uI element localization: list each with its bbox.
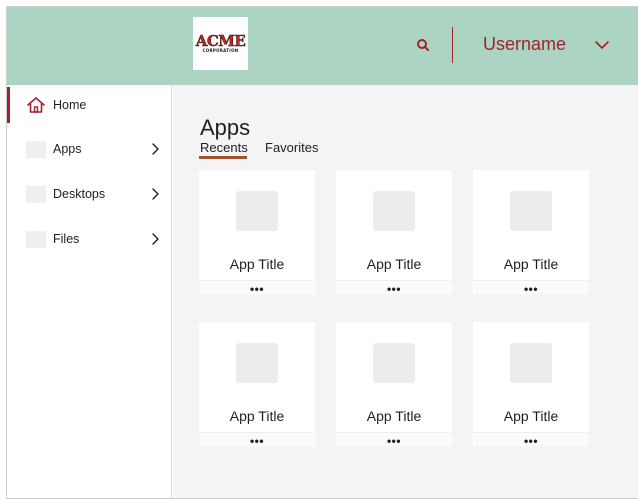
page-title: Apps <box>200 115 251 140</box>
chevron-right-icon <box>152 188 159 200</box>
app-title: App Title <box>366 408 422 424</box>
placeholder-icon <box>26 185 46 203</box>
tab-recents[interactable]: Recents <box>200 140 248 155</box>
active-tab-indicator <box>199 156 247 159</box>
more-options-button[interactable]: ••• <box>199 280 315 296</box>
app-title: App Title <box>229 408 285 424</box>
sidebar-item-files[interactable]: Files <box>7 221 171 257</box>
sidebar-item-label: Files <box>53 232 80 246</box>
more-icon: ••• <box>249 282 265 296</box>
sidebar: Home Apps Desktops Files <box>7 85 172 498</box>
chevron-down-icon <box>595 41 609 49</box>
more-icon: ••• <box>249 434 265 448</box>
sidebar-item-label: Home <box>53 98 87 112</box>
sidebar-item-apps[interactable]: Apps <box>7 131 171 167</box>
more-options-button[interactable]: ••• <box>473 280 589 296</box>
app-title: App Title <box>229 256 285 272</box>
more-options-button[interactable]: ••• <box>336 432 452 448</box>
app-card[interactable]: App Title ••• <box>336 170 452 296</box>
more-icon: ••• <box>523 434 539 448</box>
sidebar-item-home[interactable]: Home <box>7 87 171 123</box>
username-label[interactable]: Username <box>483 34 566 55</box>
header-divider <box>452 27 453 63</box>
search-button[interactable] <box>413 35 433 55</box>
app-thumbnail <box>510 343 552 383</box>
app-thumbnail <box>510 191 552 231</box>
top-bar: ACME CORPORATION Username <box>7 7 638 85</box>
app-thumbnail <box>236 191 278 231</box>
app-card[interactable]: App Title ••• <box>336 322 452 448</box>
more-options-button[interactable]: ••• <box>473 432 589 448</box>
acme-logo[interactable]: ACME CORPORATION <box>193 17 248 70</box>
logo-text: ACME <box>195 31 246 50</box>
user-menu-button[interactable] <box>594 38 610 50</box>
app-card[interactable]: App Title ••• <box>473 322 589 448</box>
chevron-right-icon <box>152 143 159 155</box>
app-card[interactable]: App Title ••• <box>199 170 315 296</box>
app-title: App Title <box>503 408 559 424</box>
more-options-button[interactable]: ••• <box>199 432 315 448</box>
more-icon: ••• <box>523 282 539 296</box>
sidebar-item-desktops[interactable]: Desktops <box>7 176 171 212</box>
home-icon <box>27 97 45 113</box>
main-content: Apps Recents Favorites App Title ••• App… <box>173 85 638 498</box>
chevron-right-icon <box>152 233 159 245</box>
placeholder-icon <box>26 230 46 248</box>
app-thumbnail <box>236 343 278 383</box>
placeholder-icon <box>26 140 46 158</box>
app-card[interactable]: App Title ••• <box>199 322 315 448</box>
tab-favorites[interactable]: Favorites <box>265 140 318 155</box>
more-options-button[interactable]: ••• <box>336 280 452 296</box>
app-card[interactable]: App Title ••• <box>473 170 589 296</box>
sidebar-item-label: Apps <box>53 142 82 156</box>
app-thumbnail <box>373 343 415 383</box>
sidebar-item-label: Desktops <box>53 187 106 201</box>
app-thumbnail <box>373 191 415 231</box>
more-icon: ••• <box>386 282 402 296</box>
search-icon <box>417 39 429 51</box>
more-icon: ••• <box>386 434 402 448</box>
app-title: App Title <box>366 256 422 272</box>
logo-subtext: CORPORATION <box>202 47 239 53</box>
app-title: App Title <box>503 256 559 272</box>
app-window: ACME CORPORATION Username Home Apps Desk… <box>6 6 638 499</box>
